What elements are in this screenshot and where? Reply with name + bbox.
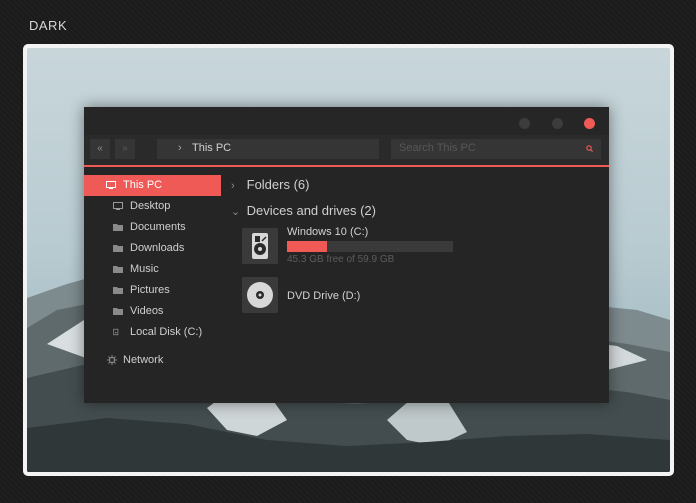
sidebar-item-label: Downloads: [130, 242, 185, 254]
folder-icon: [113, 245, 123, 252]
sidebar-item-network[interactable]: Network: [84, 350, 221, 371]
address-path: This PC: [192, 142, 232, 154]
computer-icon: [106, 181, 116, 189]
chevron-right-icon: ›: [231, 180, 235, 192]
forward-button[interactable]: »: [115, 139, 135, 159]
address-bar[interactable]: › This PC: [157, 139, 379, 159]
drive-name: Windows 10 (C:): [287, 226, 369, 238]
drive-usage-bar: [287, 241, 453, 252]
sidebar-item-this-pc[interactable]: This PC: [84, 175, 221, 196]
close-button[interactable]: [584, 118, 595, 129]
explorer-window: « » › This PC Search This PC This PC Des…: [84, 107, 609, 403]
chevron-right-icon: ›: [178, 142, 182, 154]
search-placeholder: Search This PC: [399, 142, 476, 154]
search-box[interactable]: Search This PC: [391, 139, 601, 159]
search-icon[interactable]: [586, 145, 593, 152]
navigation-pane: This PC Desktop Documents Downloads Musi…: [84, 167, 231, 403]
devices-header-label: Devices and drives (2): [246, 203, 376, 218]
sidebar-item-label: This PC: [123, 179, 163, 191]
sidebar-item-pictures[interactable]: Pictures: [84, 280, 221, 301]
hard-drive-glyph: [252, 233, 268, 259]
drive-free-space: 45.3 GB free of 59.9 GB: [287, 254, 395, 265]
sidebar-item-label: Documents: [130, 221, 186, 233]
sidebar-item-desktop[interactable]: Desktop: [84, 196, 221, 217]
drive-usage-fill: [287, 241, 327, 252]
folder-icon: [113, 266, 123, 273]
folder-icon: [113, 287, 123, 294]
sidebar-item-label: Pictures: [130, 284, 170, 296]
folders-header-label: Folders (6): [246, 177, 310, 192]
sidebar-item-label: Videos: [130, 305, 164, 317]
sidebar-item-videos[interactable]: Videos: [84, 301, 221, 322]
title-bar[interactable]: [84, 107, 609, 135]
devices-group-header[interactable]: ⌄ Devices and drives (2): [231, 203, 376, 218]
folder-icon: [113, 308, 123, 315]
disk-icon: [113, 328, 119, 336]
sidebar-item-label: Music: [130, 263, 159, 275]
sidebar-item-downloads[interactable]: Downloads: [84, 238, 221, 259]
chevron-down-icon: ⌄: [231, 206, 241, 218]
content-pane: › Folders (6) ⌄ Devices and drives (2) W…: [231, 167, 609, 403]
minimize-button[interactable]: [519, 118, 530, 129]
sidebar-item-local-disk[interactable]: Local Disk (C:): [84, 322, 221, 343]
network-icon: [107, 355, 117, 365]
toolbar: « » › This PC Search This PC: [84, 135, 609, 165]
monitor-icon: [113, 202, 123, 210]
back-button[interactable]: «: [90, 139, 110, 159]
theme-label: DARK: [29, 18, 68, 33]
sidebar-item-label: Desktop: [130, 200, 171, 212]
hard-drive-icon: [242, 228, 278, 264]
sidebar-item-label: Network: [123, 354, 164, 366]
folder-icon: [113, 224, 123, 231]
sidebar-item-music[interactable]: Music: [84, 259, 221, 280]
dvd-disc-glyph: [247, 282, 273, 308]
drive-name: DVD Drive (D:): [287, 290, 361, 302]
folders-group-header[interactable]: › Folders (6): [231, 177, 309, 192]
sidebar-item-documents[interactable]: Documents: [84, 217, 221, 238]
dvd-drive-icon: [242, 277, 278, 313]
sidebar-item-label: Local Disk (C:): [130, 326, 203, 338]
maximize-button[interactable]: [552, 118, 563, 129]
